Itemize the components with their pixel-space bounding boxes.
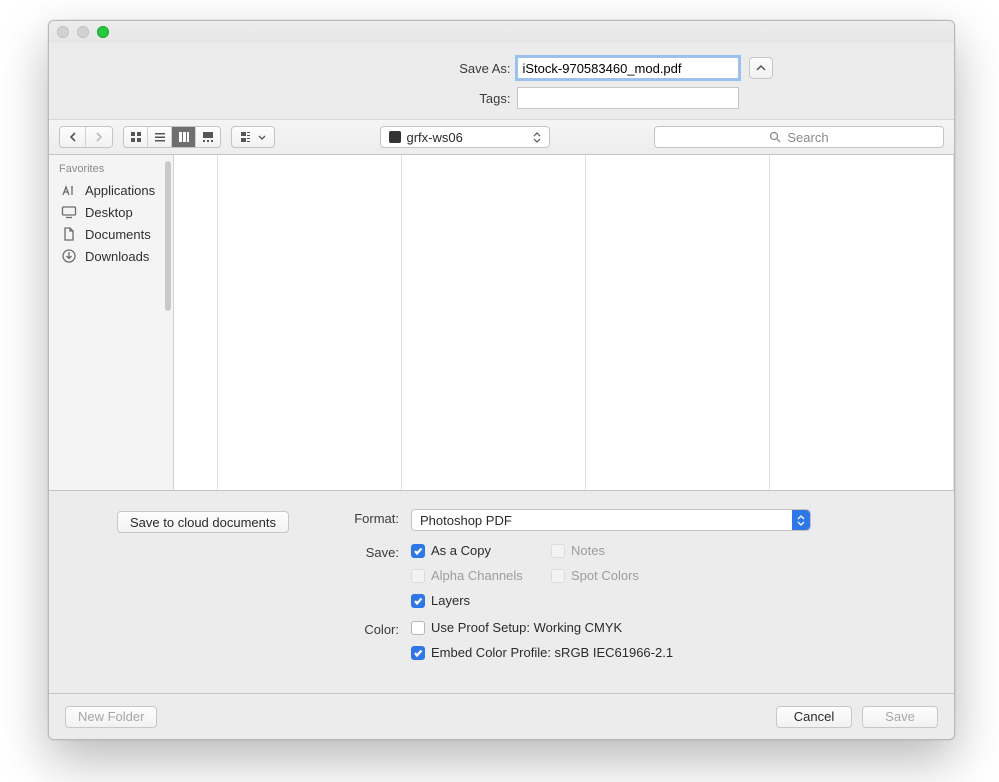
format-value: Photoshop PDF [420, 513, 512, 528]
location-label: grfx-ws06 [407, 130, 463, 145]
checkbox-as-a-copy[interactable]: As a Copy [411, 543, 551, 558]
window-minimize-button[interactable] [77, 26, 89, 38]
browser-column[interactable] [174, 155, 218, 490]
format-label: Format: [319, 509, 399, 526]
columns-icon [178, 131, 190, 143]
checkbox-layers[interactable]: Layers [411, 593, 551, 608]
downloads-icon [61, 248, 77, 264]
save-as-label: Save As: [231, 61, 511, 76]
new-folder-button[interactable]: New Folder [65, 706, 157, 728]
save-button[interactable]: Save [862, 706, 938, 728]
chevron-right-icon [94, 132, 104, 142]
browser-column[interactable] [586, 155, 770, 490]
sidebar-item-documents[interactable]: Documents [49, 223, 173, 245]
column-view-button[interactable] [172, 127, 196, 147]
grouping-menu[interactable] [231, 126, 275, 148]
browser-toolbar: grfx-ws06 Search [49, 119, 954, 155]
grouping-icon [241, 131, 255, 143]
tags-input[interactable] [517, 87, 739, 109]
browser-column[interactable] [770, 155, 954, 490]
checkbox-icon [411, 621, 425, 635]
checkbox-icon [411, 646, 425, 660]
file-browser: Favorites Applications Desktop Documents [49, 155, 954, 490]
browser-column[interactable] [402, 155, 586, 490]
titlebar [49, 21, 954, 43]
format-select[interactable]: Photoshop PDF [411, 509, 811, 531]
checkbox-icon [411, 544, 425, 558]
sidebar-heading-favorites: Favorites [49, 161, 173, 179]
applications-icon [61, 182, 77, 198]
nav-back-button[interactable] [60, 127, 86, 147]
collapse-button[interactable] [749, 57, 773, 79]
select-stepper-icon [792, 510, 810, 530]
checkbox-embed-color-profile[interactable]: Embed Color Profile: sRGB IEC61966-2.1 [411, 645, 934, 660]
checkbox-icon [551, 569, 565, 583]
sidebar-item-downloads[interactable]: Downloads [49, 245, 173, 267]
dialog-footer: New Folder Cancel Save [49, 693, 954, 739]
checkbox-spot-colors: Spot Colors [551, 568, 691, 583]
list-view-button[interactable] [148, 127, 172, 147]
checkbox-label: Embed Color Profile: sRGB IEC61966-2.1 [431, 645, 673, 660]
checkbox-label: Use Proof Setup: Working CMYK [431, 620, 622, 635]
sidebar: Favorites Applications Desktop Documents [49, 155, 174, 490]
sidebar-item-label: Applications [85, 183, 155, 198]
checkbox-icon [411, 594, 425, 608]
column-browser[interactable] [174, 155, 954, 490]
chevron-up-icon [756, 63, 766, 73]
browser-column[interactable] [218, 155, 402, 490]
checkbox-label: Spot Colors [571, 568, 639, 583]
checkbox-use-proof-setup[interactable]: Use Proof Setup: Working CMYK [411, 620, 934, 635]
search-icon [769, 131, 781, 143]
checkbox-label: As a Copy [431, 543, 491, 558]
checkbox-notes: Notes [551, 543, 691, 558]
location-popup[interactable]: grfx-ws06 [380, 126, 550, 148]
sidebar-item-desktop[interactable]: Desktop [49, 201, 173, 223]
window-zoom-button[interactable] [97, 26, 109, 38]
save-options-label: Save: [319, 543, 399, 560]
drive-icon [389, 131, 401, 143]
sidebar-item-applications[interactable]: Applications [49, 179, 173, 201]
sidebar-scrollbar[interactable] [165, 161, 171, 311]
sidebar-item-label: Documents [85, 227, 151, 242]
filename-input[interactable] [517, 57, 739, 79]
save-to-cloud-button[interactable]: Save to cloud documents [117, 511, 289, 533]
chevron-left-icon [68, 132, 78, 142]
checkbox-label: Notes [571, 543, 605, 558]
checkbox-label: Alpha Channels [431, 568, 523, 583]
checkbox-icon [411, 569, 425, 583]
checkbox-alpha-channels: Alpha Channels [411, 568, 551, 583]
search-placeholder: Search [787, 130, 828, 145]
view-switcher [123, 126, 221, 148]
save-options: Save to cloud documents Format: Photosho… [49, 490, 954, 670]
color-options-label: Color: [319, 620, 399, 637]
checkbox-icon [551, 544, 565, 558]
sidebar-item-label: Desktop [85, 205, 133, 220]
list-icon [154, 131, 166, 143]
checkbox-label: Layers [431, 593, 470, 608]
icon-view-button[interactable] [124, 127, 148, 147]
documents-icon [61, 226, 77, 242]
gallery-icon [202, 131, 214, 143]
chevron-down-icon [258, 135, 266, 140]
icon-grid-icon [130, 131, 142, 143]
sidebar-item-label: Downloads [85, 249, 149, 264]
search-field[interactable]: Search [654, 126, 944, 148]
cancel-button[interactable]: Cancel [776, 706, 852, 728]
gallery-view-button[interactable] [196, 127, 220, 147]
save-dialog-window: Save As: Tags: [48, 20, 955, 740]
nav-forward-button[interactable] [86, 127, 112, 147]
nav-buttons [59, 126, 113, 148]
desktop-icon [61, 204, 77, 220]
tags-label: Tags: [231, 91, 511, 106]
filename-section: Save As: Tags: [49, 43, 954, 119]
window-close-button[interactable] [57, 26, 69, 38]
updown-icon [533, 132, 541, 143]
